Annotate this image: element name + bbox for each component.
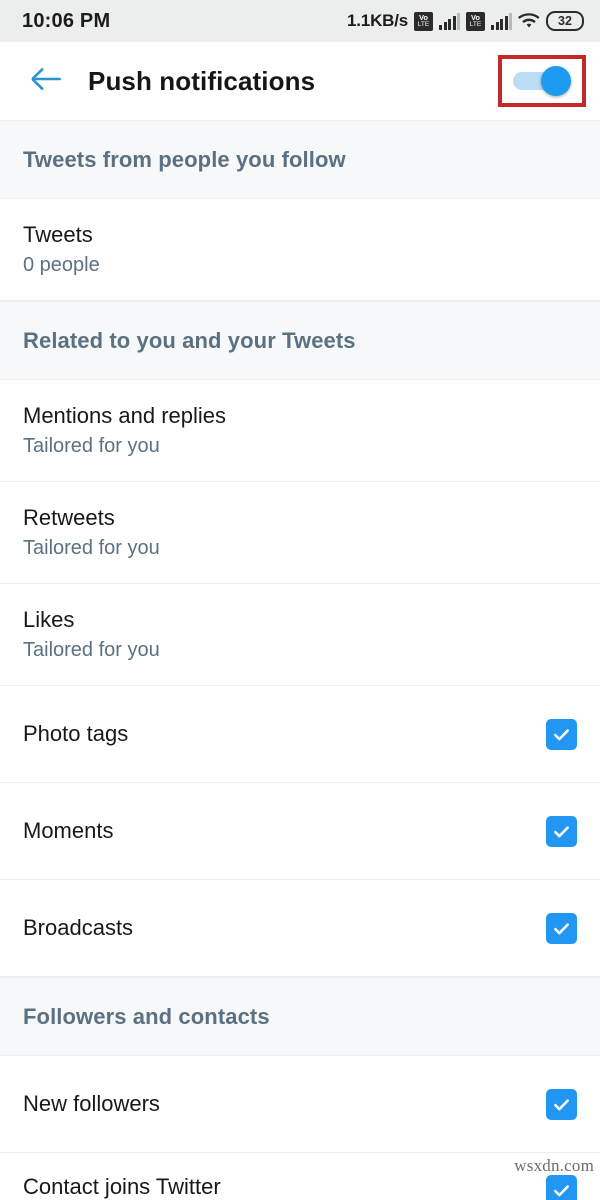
settings-row[interactable]: Retweets Tailored for you [0,482,600,584]
push-notifications-master-toggle[interactable] [513,66,571,96]
volte-bottom-label-2: LTE [469,20,482,28]
row-title: Photo tags [23,721,129,747]
settings-row[interactable]: New followers [0,1056,600,1153]
row-title: Mentions and replies [23,402,227,428]
status-bar: 10:06 PM 1.1KB/s Vo LTE Vo LTE 32 [0,0,600,42]
settings-row[interactable]: Broadcasts [0,880,600,977]
status-icons: 1.1KB/s Vo LTE Vo LTE 32 [347,11,584,31]
settings-row[interactable]: Mentions and replies Tailored for you [0,380,600,482]
row-text: Tweets 0 people [23,223,100,276]
row-subtitle: 0 people [23,254,100,277]
volte-icon-sim2: Vo LTE [466,11,485,31]
back-arrow-icon [29,65,63,98]
toggle-thumb [541,66,571,96]
settings-row[interactable]: Likes Tailored for you [0,584,600,686]
row-text: Broadcasts [23,916,133,939]
section-header-label: Tweets from people you follow [23,146,346,172]
check-icon [551,1180,572,1200]
row-subtitle: Tailored for you [23,537,160,560]
row-checkbox[interactable] [546,815,577,847]
page-title: Push notifications [88,65,316,96]
section-header-label: Followers and contacts [23,1003,270,1029]
section-header: Followers and contacts [0,977,600,1056]
section-header-label: Related to you and your Tweets [23,327,356,353]
settings-row[interactable]: Contact joins Twitter [0,1153,600,1200]
settings-row[interactable]: Photo tags [0,686,600,783]
row-text: Likes Tailored for you [23,608,160,661]
phone-screen: 10:06 PM 1.1KB/s Vo LTE Vo LTE 32 Push n… [0,0,600,1200]
row-text: Mentions and replies Tailored for you [23,404,226,457]
row-subtitle: Tailored for you [23,639,160,662]
check-icon [551,821,572,842]
row-title: Broadcasts [23,915,134,941]
settings-row[interactable]: Moments [0,783,600,880]
row-text: Moments [23,819,113,842]
row-text: Retweets Tailored for you [23,506,160,559]
signal-bars-icon-sim1 [439,12,460,30]
row-checkbox[interactable] [546,1088,577,1120]
row-subtitle: Tailored for you [23,435,160,458]
battery-level-label: 32 [558,14,572,28]
volte-icon-sim1: Vo LTE [414,11,433,31]
section-header: Tweets from people you follow [0,120,600,199]
status-clock: 10:06 PM [22,9,111,32]
check-icon [551,1094,572,1115]
row-checkbox[interactable] [546,912,577,944]
row-checkbox[interactable] [546,1175,577,1200]
row-title: Likes [23,606,75,632]
row-text: New followers [23,1092,160,1115]
row-title: Contact joins Twitter [23,1174,221,1199]
row-text: Photo tags [23,722,128,745]
volte-bottom-label: LTE [417,20,430,28]
signal-bars-icon-sim2 [491,12,512,30]
check-icon [551,918,572,939]
battery-icon: 32 [546,11,584,31]
row-text: Contact joins Twitter [23,1175,221,1198]
row-title: Tweets [23,221,93,247]
watermark: wsxdn.com [514,1156,594,1175]
row-title: Retweets [23,504,115,530]
app-bar: Push notifications [0,42,600,120]
master-toggle-highlight-box [498,55,586,107]
row-checkbox[interactable] [546,718,577,750]
back-button[interactable] [22,57,70,105]
settings-row[interactable]: Tweets 0 people [0,199,600,301]
check-icon [551,724,572,745]
section-header: Related to you and your Tweets [0,301,600,380]
row-title: Moments [23,818,114,844]
network-speed-label: 1.1KB/s [347,11,408,30]
row-title: New followers [23,1091,160,1117]
settings-list: Tweets from people you follow Tweets 0 peo… [0,120,600,1200]
wifi-icon [518,12,540,30]
